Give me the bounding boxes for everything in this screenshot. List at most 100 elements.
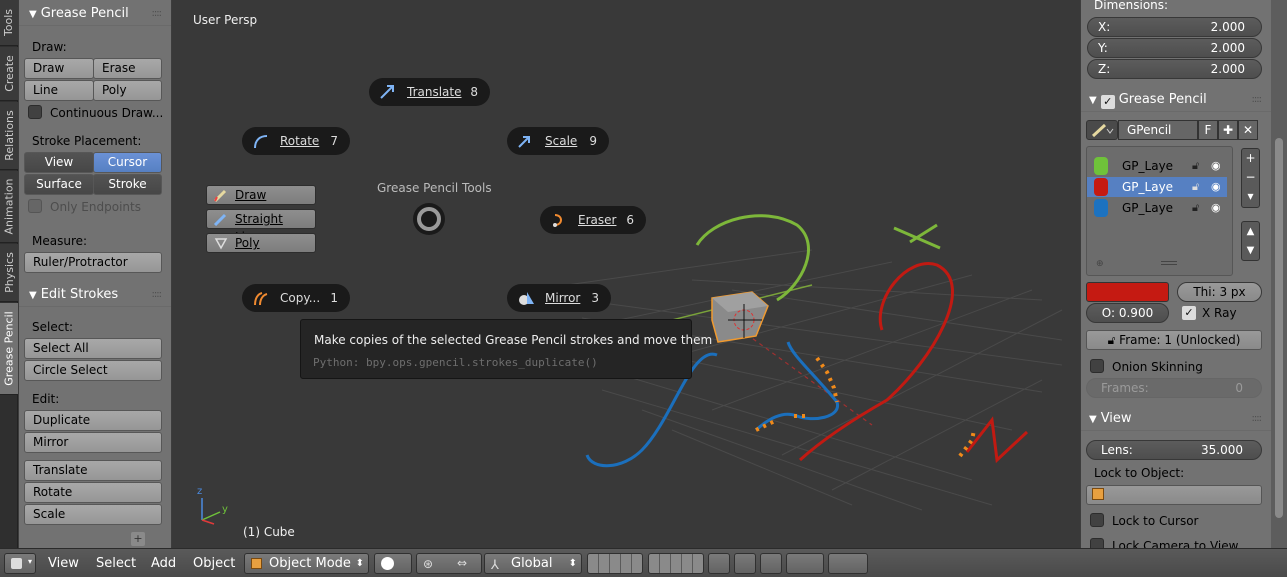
tab-animation[interactable]: Animation [0,171,18,243]
drag-grip-icon[interactable]: :::: [152,283,163,307]
layers-grid-1[interactable] [587,553,643,574]
onion-skinning-checkbox[interactable] [1090,359,1104,373]
poly-button[interactable]: Poly [93,80,162,101]
layer-color-swatch[interactable] [1094,199,1108,217]
snap-toggle-icon[interactable] [760,553,782,574]
render-icons[interactable] [828,553,868,574]
dimension-z-field[interactable]: Z: 2.000 [1087,59,1262,79]
tab-relations[interactable]: Relations [0,102,18,170]
lens-field[interactable]: Lens: 35.000 [1086,440,1262,460]
edit-strokes-panel-header[interactable]: ▼ Edit Strokes:::: [19,283,171,307]
pie-straight-lines-button[interactable]: Straight Lines [206,209,316,244]
cube-object[interactable] [711,291,769,343]
layer-name[interactable]: GP_Laye [1122,201,1173,215]
translate-button[interactable]: Translate [24,460,162,481]
layers-grid-2[interactable] [648,553,704,574]
frame-lock-button[interactable]: 🔓︎ Frame: 1 (Unlocked) [1086,330,1262,350]
layer-row[interactable]: GP_Laye 🔓︎ ◉ [1087,198,1232,218]
layer-menu-icon[interactable]: ▾ [1242,187,1259,206]
menu-view[interactable]: View [48,556,79,571]
layer-lock-icon[interactable] [708,553,730,574]
tab-create[interactable]: Create [0,47,18,101]
pie-eraser-button[interactable]: Eraser 6 [540,206,646,234]
lock-to-cursor-checkbox[interactable] [1090,513,1104,527]
layer-name[interactable]: GP_Laye [1122,159,1173,173]
drag-grip-icon[interactable]: :::: [1252,407,1263,431]
pie-translate-button[interactable]: Translate 8 [369,78,490,106]
view-panel-header[interactable]: ▼ View:::: [1081,407,1271,431]
gp-datablock-browse-button[interactable] [1086,120,1118,140]
onion-frames-field[interactable]: Frames: 0 [1086,378,1262,398]
orientation-select[interactable]: ⅄ Global ⬍ [484,553,582,574]
shading-select[interactable] [374,553,412,574]
lock-icon[interactable]: 🔓︎ [1192,180,1199,194]
mode-select[interactable]: Object Mode ⬍ [244,553,369,574]
gp-data-panel-header[interactable]: ▼ ✓ Grease Pencil:::: [1081,88,1271,112]
properties-scrollbar[interactable] [1271,0,1287,548]
tab-grease-pencil[interactable]: Grease Pencil [0,303,18,395]
duplicate-button[interactable]: Duplicate [24,410,162,431]
placement-stroke-button[interactable]: Stroke [93,174,162,195]
proportional-edit-icon[interactable] [734,553,756,574]
lock-object-field[interactable] [1086,485,1262,505]
unlink-datablock-icon[interactable]: ✕ [1238,120,1258,140]
eye-icon[interactable]: ◉ [1211,180,1221,193]
tab-tools[interactable]: Tools [0,0,18,46]
drag-grip-icon[interactable]: :::: [1252,88,1263,112]
pie-mirror-button[interactable]: Mirror 3 [507,284,611,312]
move-up-icon[interactable]: ▲ [1242,222,1259,241]
remove-layer-icon[interactable]: − [1242,168,1259,187]
add-layer-icon[interactable]: + [1242,149,1259,168]
stroke-color-swatch[interactable] [1086,282,1169,302]
lock-icon[interactable]: 🔓︎ [1192,201,1199,215]
rotate-button[interactable]: Rotate [24,482,162,503]
editor-type-button[interactable]: ▾ [4,553,36,574]
erase-button[interactable]: Erase [93,58,162,79]
pivot-manipulator-group[interactable]: ⊛ ⇔ [416,553,482,574]
filter-icon[interactable]: ⊕ [1096,259,1104,269]
thickness-field[interactable]: Thi: 3 px [1177,282,1262,302]
pie-poly-button[interactable]: Poly [206,233,316,253]
lock-icon[interactable]: 🔓︎ [1192,159,1199,173]
opacity-field[interactable]: O: 0.900 [1086,303,1169,323]
add-panel-icon[interactable]: + [131,532,145,546]
placement-view-button[interactable]: View [24,152,94,173]
pie-rotate-button[interactable]: Rotate 7 [242,127,350,155]
drag-grip-icon[interactable]: :::: [152,2,163,26]
dimension-x-field[interactable]: X: 2.000 [1087,17,1262,37]
dimension-y-field[interactable]: Y: 2.000 [1087,38,1262,58]
scale-button[interactable]: Scale [24,504,162,525]
placement-cursor-button[interactable]: Cursor [93,152,162,173]
eye-icon[interactable]: ◉ [1211,201,1221,214]
eye-icon[interactable]: ◉ [1211,159,1221,172]
gp-enable-checkbox[interactable]: ✓ [1100,95,1115,109]
menu-object[interactable]: Object [193,556,235,571]
layer-name[interactable]: GP_Laye [1122,180,1173,194]
line-button[interactable]: Line [24,80,94,101]
layer-row[interactable]: GP_Laye 🔓︎ ◉ [1087,156,1232,176]
fake-user-button[interactable]: F [1198,120,1218,140]
tab-physics[interactable]: Physics [0,244,18,302]
menu-select[interactable]: Select [96,556,136,571]
menu-add[interactable]: Add [151,556,176,571]
new-datablock-icon[interactable]: ✚ [1218,120,1238,140]
only-endpoints-checkbox[interactable] [28,199,42,213]
circle-select-button[interactable]: Circle Select [24,360,162,381]
list-resize-handle[interactable] [1161,261,1177,265]
pie-scale-button[interactable]: Scale 9 [507,127,609,155]
layer-color-swatch[interactable] [1094,178,1108,196]
gp-datablock-name[interactable]: GPencil [1118,120,1198,140]
grease-pencil-panel-header[interactable]: ▼ Grease Pencil:::: [19,2,171,26]
pie-copy-button[interactable]: Copy... 1 [242,284,350,312]
layer-row-active[interactable]: GP_Laye 🔓︎ ◉ [1087,177,1227,197]
ruler-button[interactable]: Ruler/Protractor [24,252,162,273]
continuous-draw-checkbox[interactable] [28,105,42,119]
pie-draw-button[interactable]: Draw [206,185,316,205]
select-all-button[interactable]: Select All [24,338,162,359]
layer-color-swatch[interactable] [1094,157,1108,175]
3d-viewport[interactable]: User Persp (1) Cube z y Grease Pencil To… [172,0,1080,548]
draw-button[interactable]: Draw [24,58,94,79]
mirror-button[interactable]: Mirror [24,432,162,453]
xray-checkbox[interactable]: ✓ [1182,306,1196,320]
placement-surface-button[interactable]: Surface [24,174,94,195]
